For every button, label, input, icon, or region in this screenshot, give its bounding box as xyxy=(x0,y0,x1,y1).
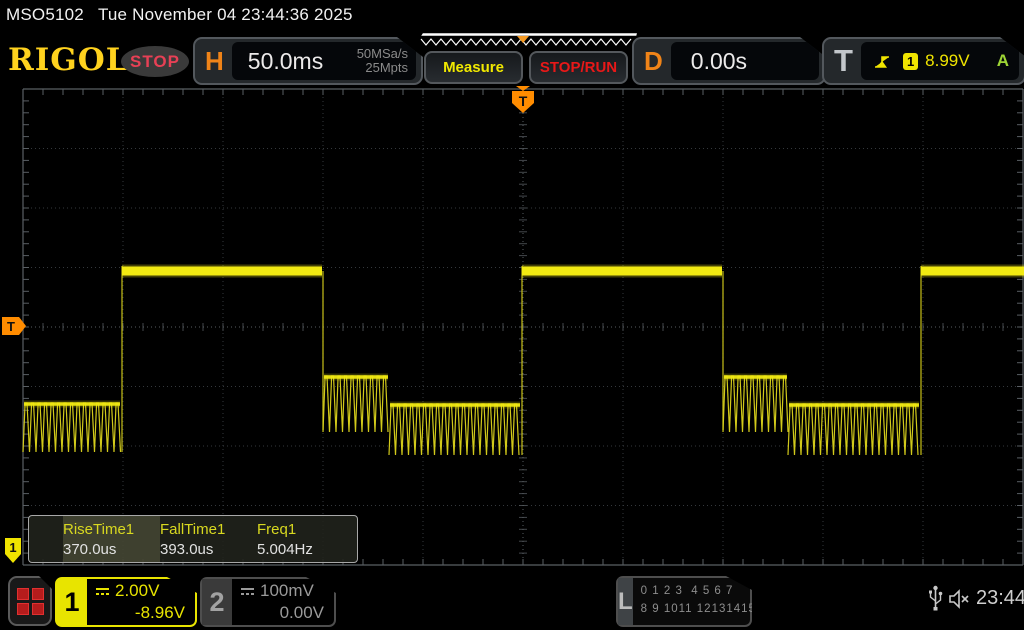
measurement-value: 5.004Hz xyxy=(257,540,354,559)
datetime-text: Tue November 04 23:44:36 2025 xyxy=(98,5,353,24)
timebase-value: 50.0ms xyxy=(232,48,357,75)
model-name: MSO5102 xyxy=(6,5,84,24)
rising-edge-icon xyxy=(873,53,893,70)
title-bar: MSO5102 Tue November 04 23:44:36 2025 xyxy=(6,5,367,25)
trigger-menu-button[interactable]: T 1 8.99V A xyxy=(822,37,1024,85)
overview-zigzag-icon xyxy=(413,33,637,49)
measurement-item[interactable]: FallTime1 393.0us xyxy=(160,516,257,562)
measurement-value: 393.0us xyxy=(160,540,257,559)
measurement-value: 370.0us xyxy=(63,540,160,559)
channel-1-offset-marker[interactable]: 1 xyxy=(5,538,21,563)
channel-2-scale: 100mV xyxy=(260,581,314,601)
channel-2-number: 2 xyxy=(202,579,232,625)
acquisition-info: 50MSa/s 25Mpts xyxy=(357,47,416,76)
channel-1-number: 1 xyxy=(57,579,87,625)
horizontal-label: H xyxy=(195,46,232,77)
measurement-label: RiseTime1 xyxy=(63,520,160,540)
delay-menu-button[interactable]: D 0.00s xyxy=(632,37,826,85)
run-state-indicator: STOP xyxy=(121,46,189,77)
dc-coupling-icon xyxy=(240,586,255,597)
measurement-item[interactable]: Freq1 5.004Hz xyxy=(257,516,354,562)
channel-2-button[interactable]: 2 100mV 0.00V xyxy=(200,577,336,627)
sample-rate: 50MSa/s xyxy=(357,46,408,61)
measure-button[interactable]: Measure xyxy=(424,51,523,84)
waveform-overview-strip[interactable] xyxy=(413,33,637,49)
trigger-source-badge: 1 xyxy=(903,53,918,70)
delay-value: 0.00s xyxy=(671,48,747,75)
svg-text:T: T xyxy=(519,93,528,109)
trigger-position-marker[interactable]: T xyxy=(512,86,534,113)
dc-coupling-icon xyxy=(95,586,110,597)
measurement-label: Freq1 xyxy=(257,520,354,540)
measurement-results-popup[interactable]: RiseTime1 370.0us FallTime1 393.0us Freq… xyxy=(28,515,358,563)
memory-depth: 25Mpts xyxy=(365,60,408,75)
trigger-label: T xyxy=(824,43,861,79)
channel-1-scale: 2.00V xyxy=(115,581,159,601)
usb-icon xyxy=(928,584,943,612)
horizontal-menu-button[interactable]: H 50.0ms 50MSa/s 25Mpts xyxy=(193,37,423,85)
rigol-logo: RIGOL xyxy=(8,42,129,78)
digital-channel-list: 0 1 2 3 4 5 6 78 9 1011 12131415 xyxy=(633,578,756,625)
waveform-display[interactable]: T T 1 xyxy=(0,85,1024,567)
trigger-sweep-mode: A xyxy=(997,51,1019,71)
trigger-level-value: 8.99V xyxy=(925,51,997,71)
system-clock: 23:44 xyxy=(976,587,1024,610)
channel-2-offset: 0.00V xyxy=(280,603,324,623)
measurement-item[interactable]: RiseTime1 370.0us xyxy=(63,516,160,562)
measurement-label: FallTime1 xyxy=(160,520,257,540)
speaker-muted-icon xyxy=(948,589,974,609)
logic-analyzer-button[interactable]: L 0 1 2 3 4 5 6 78 9 1011 12131415 xyxy=(616,576,752,627)
svg-text:1: 1 xyxy=(9,540,16,555)
menu-grid-icon[interactable] xyxy=(8,576,52,626)
stop-run-button[interactable]: STOP/RUN xyxy=(529,51,628,84)
svg-text:T: T xyxy=(7,319,15,334)
logic-analyzer-label: L xyxy=(618,578,633,625)
delay-label: D xyxy=(634,46,671,77)
channel-1-offset: -8.96V xyxy=(135,603,185,623)
channel-1-button[interactable]: 1 2.00V -8.96V xyxy=(55,577,197,627)
